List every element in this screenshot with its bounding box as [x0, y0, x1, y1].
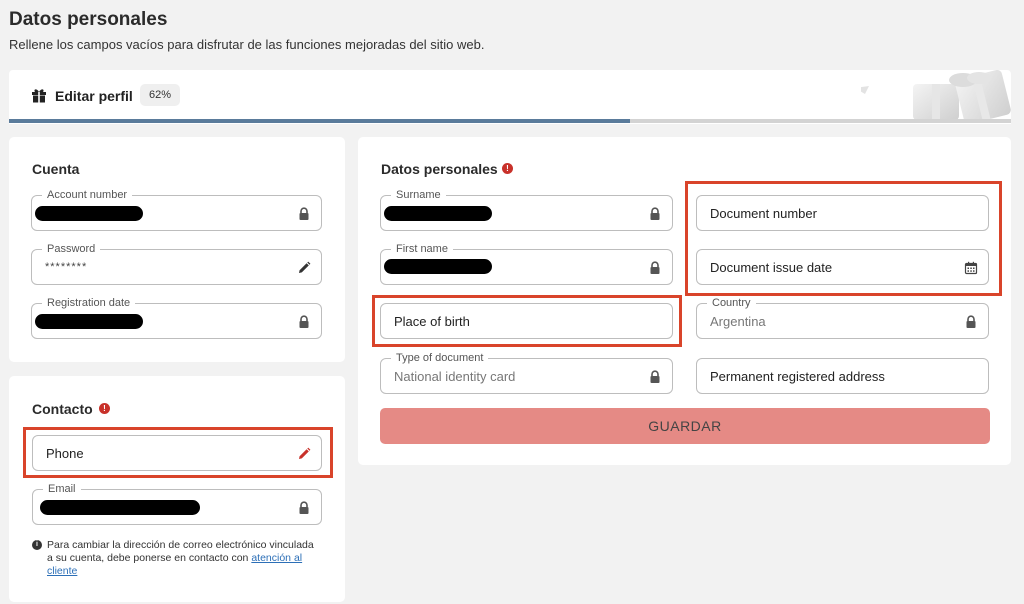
password-value: ******** — [45, 261, 88, 273]
alert-icon: ! — [99, 403, 110, 414]
highlight-phone-field — [23, 427, 333, 478]
password-label: Password — [42, 242, 101, 256]
account-number-label: Account number — [42, 188, 133, 202]
redacted-surname — [384, 206, 492, 221]
registration-date-label: Registration date — [42, 296, 136, 310]
lock-icon — [650, 370, 660, 383]
password-field[interactable]: Password ******** — [31, 242, 322, 285]
personal-data-card-title: Datos personales — [381, 161, 498, 177]
first-name-field: First name — [380, 242, 673, 285]
type-of-document-field: Type of document National identity card — [380, 351, 673, 394]
gift-decoration-icon — [861, 70, 1011, 120]
country-label: Country — [707, 296, 756, 310]
account-card-title: Cuenta — [32, 161, 80, 177]
info-icon: i — [32, 540, 42, 550]
country-field: Country Argentina — [696, 296, 989, 339]
registration-date-field: Registration date — [31, 296, 322, 339]
permanent-address-placeholder: Permanent registered address — [710, 369, 885, 384]
redacted-account-number — [35, 206, 143, 221]
profile-completion-banner: Editar perfil 62% — [9, 70, 1011, 124]
lock-icon — [299, 501, 309, 514]
redacted-registration-date — [35, 314, 143, 329]
country-value: Argentina — [710, 314, 766, 329]
permanent-address-field[interactable]: Permanent registered address — [696, 358, 989, 394]
highlight-place-of-birth-field — [372, 295, 682, 347]
completion-percent-badge: 62% — [140, 84, 181, 106]
type-of-document-value: National identity card — [394, 369, 516, 384]
account-card: Cuenta Account number Password ******** … — [9, 137, 345, 362]
surname-field: Surname — [380, 188, 673, 231]
alert-icon: ! — [502, 163, 513, 174]
contact-card-title: Contacto — [32, 401, 93, 417]
email-label: Email — [43, 482, 81, 496]
lock-icon — [650, 261, 660, 274]
surname-label: Surname — [391, 188, 446, 202]
profile-progress-fill — [9, 119, 631, 123]
account-number-field: Account number — [31, 188, 322, 231]
email-field: Email — [32, 482, 322, 525]
highlight-document-fields — [685, 181, 1002, 296]
pencil-icon[interactable] — [297, 261, 311, 275]
lock-icon — [966, 315, 976, 328]
profile-progress-bar — [9, 119, 1011, 123]
page-title: Datos personales — [9, 9, 168, 30]
edit-profile-title: Editar perfil — [55, 88, 133, 104]
redacted-first-name — [384, 259, 492, 274]
lock-icon — [299, 207, 309, 220]
save-button[interactable]: GUARDAR — [380, 408, 990, 444]
email-change-note-text: Para cambiar la dirección de correo elec… — [32, 539, 322, 578]
email-change-note: i Para cambiar la dirección de correo el… — [32, 539, 322, 578]
lock-icon — [299, 315, 309, 328]
first-name-label: First name — [391, 242, 453, 256]
gift-icon — [32, 89, 46, 103]
type-of-document-label: Type of document — [391, 351, 489, 365]
page-subtitle: Rellene los campos vacíos para disfrutar… — [9, 37, 485, 52]
lock-icon — [650, 207, 660, 220]
redacted-email — [40, 500, 200, 515]
